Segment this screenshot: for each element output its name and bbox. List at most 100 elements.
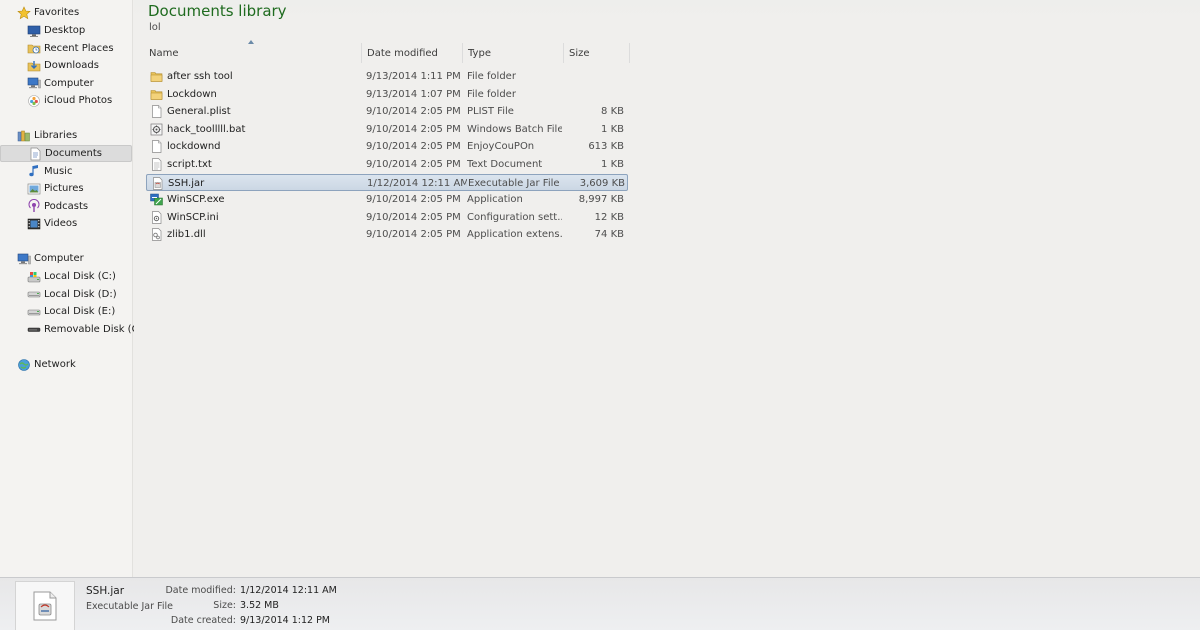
file-type: PLIST File <box>467 106 514 118</box>
column-header-name[interactable]: Name <box>144 43 362 63</box>
computer-icon <box>27 76 41 90</box>
sidebar-item-label: Favorites <box>34 7 80 18</box>
sidebar-item-label: Music <box>44 165 73 177</box>
file-name: SSH.jar <box>168 177 205 189</box>
sidebar-item-icloud-photos[interactable]: iCloud Photos <box>0 92 132 109</box>
file-name-cell: SSH.jar <box>151 175 361 192</box>
file-row[interactable]: after ssh tool 9/13/2014 1:11 PM File fold… <box>146 68 628 85</box>
file-row[interactable]: script.txt 9/10/2014 2:05 PM Text Document… <box>146 156 628 173</box>
sidebar-item-label: Pictures <box>44 183 84 195</box>
sidebar-item-local-disk-c[interactable]: Local Disk (C:) <box>0 268 132 285</box>
videos-icon <box>27 217 41 231</box>
sidebar-item-recent-places[interactable]: Recent Places <box>0 40 132 57</box>
file-type: Application <box>467 194 523 206</box>
file-name: WinSCP.exe <box>167 194 225 206</box>
file-date-modified: 9/10/2014 2:05 PM <box>366 159 461 170</box>
file-row[interactable]: WinSCP.ini 9/10/2014 2:05 PM Configuration… <box>146 209 628 226</box>
file-name: script.txt <box>167 159 212 170</box>
file-size: 613 KB <box>588 141 624 153</box>
file-row[interactable]: Lockdown 9/13/2014 1:07 PM File folder <box>146 86 628 103</box>
file-name: hack_toolllll.bat <box>167 123 246 135</box>
sidebar-group-favorites[interactable]: Favorites <box>0 4 132 21</box>
library-subtitle: lol <box>149 22 161 33</box>
file-name: after ssh tool <box>167 71 233 82</box>
file-type: File folder <box>467 71 516 82</box>
recent-places-icon <box>27 41 41 55</box>
column-header-size[interactable]: Size <box>564 43 630 63</box>
text-file-icon <box>150 158 163 171</box>
sidebar-item-label: Videos <box>44 218 78 230</box>
sidebar-item-label: Computer <box>34 253 84 264</box>
sidebar-item-label: Documents <box>45 148 103 159</box>
sidebar-group-network[interactable]: Network <box>0 356 132 373</box>
file-date-modified: 9/13/2014 1:07 PM <box>366 88 461 100</box>
sidebar-item-videos[interactable]: Videos <box>0 215 132 232</box>
sidebar-group-computer[interactable]: Computer <box>0 250 132 267</box>
sidebar-item-local-disk-e[interactable]: Local Disk (E:) <box>0 303 132 320</box>
file-date-modified: 1/12/2014 12:11 AM <box>367 177 467 189</box>
sidebar-item-label: iCloud Photos <box>44 95 113 107</box>
file-list-area: Documents library lol Name Date modified… <box>134 0 1200 577</box>
file-row[interactable]: lockdownd 9/10/2014 2:05 PM EnjoyCouPOn 613… <box>146 138 628 155</box>
sidebar-item-label: Network <box>34 359 76 370</box>
file-size: 12 KB <box>594 211 624 223</box>
file-name-cell: hack_toolllll.bat <box>150 121 360 138</box>
file-name-cell: lockdownd <box>150 138 360 155</box>
details-date-modified-label: Date modified: <box>165 585 236 596</box>
sidebar-item-label: Recent Places <box>44 42 114 54</box>
sidebar-item-label: Podcasts <box>44 200 89 212</box>
file-row[interactable]: hack_toolllll.bat 9/10/2014 2:05 PM Window… <box>146 121 628 138</box>
file-row[interactable]: zlib1.dll 9/10/2014 2:05 PM Application ex… <box>146 226 628 243</box>
sidebar-item-desktop[interactable]: Desktop <box>0 22 132 39</box>
file-size <box>566 86 624 103</box>
file-type: Text Document <box>467 159 543 170</box>
file-date-modified: 9/10/2014 2:05 PM <box>366 141 461 153</box>
batch-file-icon <box>150 123 163 136</box>
file-type: Configuration sett... <box>467 211 562 223</box>
sidebar-item-pictures[interactable]: Pictures <box>0 180 132 197</box>
file-date-modified: 9/10/2014 2:05 PM <box>366 106 461 118</box>
blank-file-icon <box>150 140 163 154</box>
details-date-created-value: 9/13/2014 1:12 PM <box>240 615 331 626</box>
file-size <box>566 68 624 85</box>
details-date-created-label: Date created: <box>170 615 236 626</box>
sidebar-item-label: Local Disk (C:) <box>44 271 116 282</box>
file-size: 8 KB <box>601 106 624 118</box>
winscp-app-icon <box>150 193 163 206</box>
details-size-value: 3.52 MB <box>240 600 279 611</box>
jar-file-icon <box>151 176 164 190</box>
column-header-type[interactable]: Type <box>463 43 564 63</box>
podcasts-icon <box>27 199 41 213</box>
sidebar-item-label: Desktop <box>44 25 86 36</box>
navigation-pane: Favorites Desktop Recent Places Downloads Co… <box>0 0 147 577</box>
sidebar-item-local-disk-d[interactable]: Local Disk (D:) <box>0 286 132 303</box>
computer-icon <box>17 252 31 266</box>
sidebar-item-podcasts[interactable]: Podcasts <box>0 198 132 215</box>
sidebar-item-computer[interactable]: Computer <box>0 75 132 92</box>
file-name-cell: General.plist <box>150 103 360 120</box>
column-header-date-modified[interactable]: Date modified <box>362 43 463 63</box>
file-type: Windows Batch File <box>467 123 562 135</box>
sidebar-item-removable-disk-g[interactable]: Removable Disk (G:) <box>0 321 147 338</box>
sidebar-item-label: Removable Disk (G:) <box>44 323 147 335</box>
sidebar-item-documents[interactable]: Documents <box>0 145 132 162</box>
removable-drive-icon <box>27 322 41 336</box>
desktop-icon <box>27 24 41 38</box>
sidebar-item-label: Local Disk (D:) <box>44 288 117 300</box>
sidebar-item-label: Downloads <box>44 60 99 72</box>
file-type: File folder <box>467 88 516 100</box>
file-type: EnjoyCouPOn <box>467 141 535 153</box>
file-name: zlib1.dll <box>167 229 206 241</box>
sidebar-item-downloads[interactable]: Downloads <box>0 57 132 74</box>
file-size: 8,997 KB <box>578 194 624 206</box>
file-row[interactable]: SSH.jar 1/12/2014 12:11 AM Executable Jar … <box>146 173 628 192</box>
dll-file-icon <box>150 228 163 242</box>
sidebar-item-music[interactable]: Music <box>0 163 132 180</box>
documents-icon <box>28 147 42 161</box>
file-row[interactable]: General.plist 9/10/2014 2:05 PM PLIST File… <box>146 103 628 120</box>
file-date-modified: 9/13/2014 1:11 PM <box>366 71 461 82</box>
file-row[interactable]: WinSCP.exe 9/10/2014 2:05 PM Application 8,… <box>146 191 628 208</box>
file-date-modified: 9/10/2014 2:05 PM <box>366 211 461 223</box>
file-type: Application extens... <box>467 229 562 241</box>
sidebar-group-libraries[interactable]: Libraries <box>0 127 132 144</box>
